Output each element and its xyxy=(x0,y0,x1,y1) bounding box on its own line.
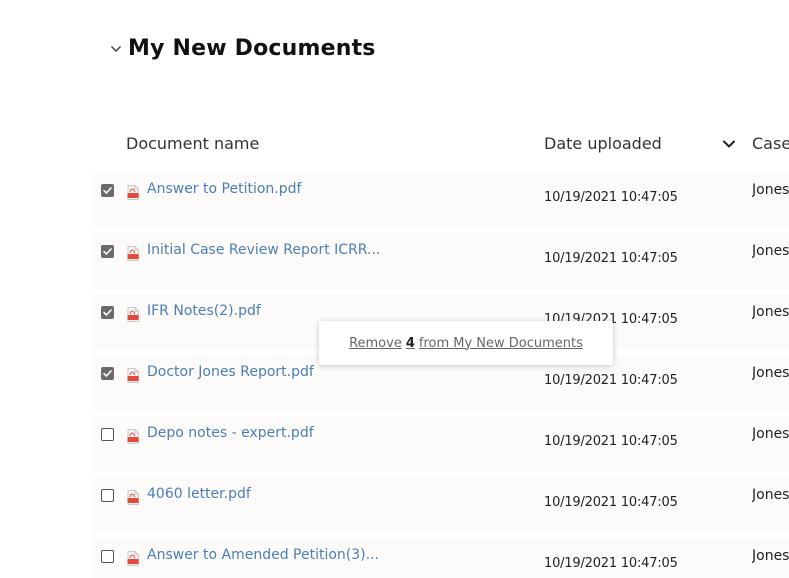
column-header-date-uploaded[interactable]: Date uploaded xyxy=(544,134,662,153)
pdf-file-icon xyxy=(127,490,139,505)
document-link[interactable]: Initial Case Review Report ICRR... xyxy=(147,242,380,258)
table-row[interactable]: Answer to Petition.pdf 10/19/2021 10:47:0… xyxy=(93,172,789,228)
table-row[interactable]: 4060 letter.pdf 10/19/2021 10:47:05 Jones xyxy=(93,477,789,533)
row-checkbox[interactable] xyxy=(101,489,114,502)
row-checkbox[interactable] xyxy=(101,428,114,441)
date-uploaded-cell: 10/19/2021 10:47:05 xyxy=(544,556,678,571)
document-link[interactable]: Depo notes - expert.pdf xyxy=(147,425,314,441)
date-uploaded-cell: 10/19/2021 10:47:05 xyxy=(544,251,678,266)
pdf-file-icon xyxy=(127,551,139,566)
column-header-case[interactable]: Case xyxy=(752,134,789,153)
sort-chevron-down-icon[interactable] xyxy=(721,136,737,152)
pdf-file-icon xyxy=(127,185,139,200)
pdf-file-icon xyxy=(127,429,139,444)
column-header-document-name[interactable]: Document name xyxy=(126,134,259,153)
table-row[interactable]: Answer to Amended Petition(3)... 10/19/20… xyxy=(93,538,789,578)
document-link[interactable]: Answer to Petition.pdf xyxy=(147,181,301,197)
remove-suffix: from My New Documents xyxy=(418,335,583,351)
date-uploaded-cell: 10/19/2021 10:47:05 xyxy=(544,495,678,510)
case-cell: Jones xyxy=(752,243,789,259)
case-cell: Jones xyxy=(752,304,789,320)
chevron-down-icon[interactable] xyxy=(108,41,124,57)
row-checkbox[interactable] xyxy=(101,550,114,563)
case-cell: Jones xyxy=(752,426,789,442)
document-link[interactable]: 4060 letter.pdf xyxy=(147,486,251,502)
case-cell: Jones xyxy=(752,365,789,381)
pdf-file-icon xyxy=(127,246,139,261)
document-link[interactable]: IFR Notes(2).pdf xyxy=(147,303,261,319)
case-cell: Jones xyxy=(752,487,789,503)
document-link[interactable]: Answer to Amended Petition(3)... xyxy=(147,547,379,563)
row-checkbox[interactable] xyxy=(101,367,114,380)
table-row[interactable]: Initial Case Review Report ICRR... 10/19/… xyxy=(93,233,789,289)
documents-page: My New Documents Document name Date uplo… xyxy=(0,0,789,578)
date-uploaded-cell: 10/19/2021 10:47:05 xyxy=(544,373,678,388)
pdf-file-icon xyxy=(127,307,139,322)
case-cell: Jones xyxy=(752,182,789,198)
remove-from-list-button[interactable]: Remove 4 from My New Documents xyxy=(319,321,613,365)
row-checkbox[interactable] xyxy=(101,245,114,258)
remove-prefix: Remove xyxy=(349,335,402,351)
documents-table-body: Answer to Petition.pdf 10/19/2021 10:47:0… xyxy=(93,172,789,578)
date-uploaded-cell: 10/19/2021 10:47:05 xyxy=(544,190,678,205)
section-title: My New Documents xyxy=(128,36,376,61)
pdf-file-icon xyxy=(127,368,139,383)
document-link[interactable]: Doctor Jones Report.pdf xyxy=(147,364,314,380)
row-checkbox[interactable] xyxy=(101,306,114,319)
row-checkbox[interactable] xyxy=(101,184,114,197)
case-cell: Jones xyxy=(752,548,789,564)
section-header[interactable]: My New Documents xyxy=(108,36,376,61)
remove-count: 4 xyxy=(405,335,415,351)
date-uploaded-cell: 10/19/2021 10:47:05 xyxy=(544,434,678,449)
table-row[interactable]: Depo notes - expert.pdf 10/19/2021 10:47:… xyxy=(93,416,789,472)
